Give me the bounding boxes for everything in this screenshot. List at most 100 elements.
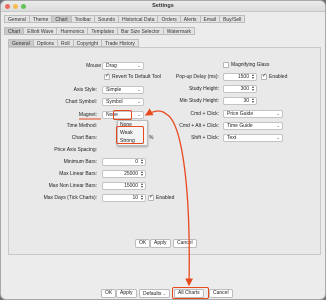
settings-window: Settings General Theme Chart Toolbar Sou… (0, 0, 326, 300)
mouse-tool-value: Drag (106, 63, 117, 69)
cmd-click-select[interactable]: Price Guide ⌄ (223, 110, 283, 118)
axis-style-select[interactable]: Simple ⌄ (102, 86, 144, 94)
chevron-down-icon: ⌄ (137, 63, 141, 68)
magnet-highlight (113, 110, 132, 120)
max-days-label: Max Days (Tick Charts): (43, 195, 97, 201)
minimum-bars-label: Minimum Bars: (63, 159, 97, 165)
tab-general[interactable]: General (4, 15, 30, 23)
study-height-value: 300 (240, 86, 249, 92)
inner-tab-trade-history[interactable]: Trade History (102, 39, 139, 47)
footer-ok-button[interactable]: OK (101, 289, 117, 298)
chevron-down-icon: ⌄ (137, 112, 141, 117)
subtab-watermark[interactable]: Watermark (163, 27, 196, 35)
inner-tab-bar: General Options Roll Copyright Trade His… (8, 39, 139, 47)
tab-buy-sell[interactable]: Buy/Sell (220, 15, 246, 23)
magnifying-glass-checkbox (223, 62, 229, 68)
study-height-label: Study Height: (188, 86, 219, 92)
panel-apply-button[interactable]: Apply (150, 239, 171, 248)
tab-toolbar[interactable]: Toolbar (71, 15, 95, 23)
shift-click-label: Shift + Click: (191, 135, 219, 141)
chart-bars-unit: % (149, 135, 154, 141)
popup-delay-label: Pop-up Delay (ms): (175, 74, 219, 80)
tab-alerts[interactable]: Alerts (180, 15, 201, 23)
shift-click-select[interactable]: Text ⌄ (223, 134, 283, 142)
max-days-enabled-label: Enabled (156, 195, 175, 201)
subtab-templates[interactable]: Templates (88, 27, 119, 35)
tab-sounds[interactable]: Sounds (95, 15, 119, 23)
magnifying-glass-label: Magnifying Glass (231, 62, 270, 68)
max-days-value: 10 (132, 195, 138, 201)
magnet-label: Magnet: (78, 112, 97, 118)
popup-delay-enabled-checkbox[interactable] (261, 73, 267, 80)
stepper-icon[interactable]: ▲ ▼ (140, 194, 144, 201)
panel-ok-button[interactable]: OK (135, 239, 151, 248)
top-tab-bar: General Theme Chart Toolbar Sounds Histo… (4, 15, 246, 23)
subtab-chart[interactable]: Chart (4, 27, 25, 35)
window-title: Settings (152, 3, 174, 9)
stepper-icon[interactable]: ▲ ▼ (140, 158, 144, 165)
min-study-height-value: 30 (243, 98, 249, 104)
minimum-bars-input[interactable]: 0 ▲ ▼ (102, 158, 146, 166)
max-non-linear-bars-value: 15000 (124, 183, 138, 189)
title-bar: Settings (1, 1, 325, 12)
chart-bars-label: Chart Bars: (71, 135, 97, 141)
magnet-options-highlight (116, 126, 144, 144)
stepper-icon[interactable]: ▲ ▼ (140, 182, 144, 189)
all-charts-highlight (172, 287, 209, 299)
revert-default-tool-checkbox[interactable] (104, 73, 110, 80)
cmd-click-value: Price Guide (227, 111, 254, 117)
tab-historical-data[interactable]: Historical Data (118, 15, 159, 23)
tab-chart[interactable]: Chart (52, 15, 72, 23)
tab-orders[interactable]: Orders (158, 15, 181, 23)
mouse-tool-select[interactable]: Drag ⌄ (102, 62, 144, 70)
axis-style-label: Axis Style: (73, 87, 97, 93)
stepper-icon[interactable]: ▲ ▼ (251, 85, 255, 92)
footer-apply-button[interactable]: Apply (116, 289, 137, 298)
chevron-down-icon: ⌄ (162, 291, 167, 296)
shift-click-value: Text (227, 135, 237, 141)
stepper-icon[interactable]: ▲ ▼ (251, 97, 255, 104)
defaults-button[interactable]: Defaults ⌄ (139, 289, 171, 298)
inner-tab-options[interactable]: Options (33, 39, 59, 47)
chevron-down-icon: ⌄ (276, 135, 280, 140)
stepper-icon[interactable]: ▲ ▼ (251, 73, 255, 80)
chart-symbol-select[interactable]: Symbol ⌄ (102, 98, 144, 106)
tab-email[interactable]: Email (200, 15, 221, 23)
chevron-down-icon: ⌄ (137, 87, 141, 92)
inner-tab-roll[interactable]: Roll (58, 39, 74, 47)
subtab-bar-size-selector[interactable]: Bar Size Selector (118, 27, 164, 35)
panel-cancel-button[interactable]: Cancel (173, 239, 197, 248)
popup-delay-value: 1500 (237, 74, 249, 80)
cmd-alt-click-label: Cmd + Alt + Click: (179, 123, 219, 129)
max-linear-bars-input[interactable]: 25000 ▲ ▼ (102, 170, 146, 178)
stepper-icon[interactable]: ▲ ▼ (140, 170, 144, 177)
price-axis-spacing-label: Price Axis Spacing: (54, 147, 97, 153)
chart-sub-tab-bar: Chart Elliott Wave Harmonics Templates B… (4, 27, 196, 35)
min-study-height-label: Min Study Height: (179, 98, 219, 104)
subtab-harmonics[interactable]: Harmonics (57, 27, 89, 35)
inner-tab-general[interactable]: General (8, 39, 34, 47)
revert-default-tool-label: Revert To Default Tool (112, 74, 162, 80)
cmd-alt-click-select[interactable]: Time Guide ⌄ (223, 122, 283, 130)
max-days-input[interactable]: 10 ▲ ▼ (102, 194, 146, 202)
max-linear-bars-value: 25000 (124, 171, 138, 177)
max-non-linear-bars-input[interactable]: 15000 ▲ ▼ (102, 182, 146, 190)
inner-tab-copyright[interactable]: Copyright (73, 39, 103, 47)
study-height-input[interactable]: 300 ▲ ▼ (223, 85, 257, 93)
footer-cancel-button[interactable]: Cancel (209, 289, 233, 298)
chevron-down-icon: ⌄ (276, 111, 280, 116)
mouse-tool-label: Mouse Tool: (86, 63, 113, 69)
axis-style-value: Simple (106, 87, 122, 93)
min-study-height-input[interactable]: 30 ▲ ▼ (223, 97, 257, 105)
tab-theme[interactable]: Theme (29, 15, 53, 23)
popup-delay-input[interactable]: 1500 ▲ ▼ (223, 73, 257, 81)
chevron-down-icon: ⌄ (137, 99, 141, 104)
subtab-elliott-wave[interactable]: Elliott Wave (24, 27, 58, 35)
chevron-down-icon: ⌄ (276, 123, 280, 128)
max-non-linear-bars-label: Max Non Linear Bars: (48, 183, 97, 189)
time-method-label: Time Method: (66, 123, 97, 129)
max-days-enabled-checkbox[interactable] (148, 194, 154, 201)
popup-delay-enabled-label: Enabled (269, 74, 288, 80)
minimum-bars-value: 0 (135, 159, 138, 165)
chart-symbol-value: Symbol (106, 99, 123, 105)
